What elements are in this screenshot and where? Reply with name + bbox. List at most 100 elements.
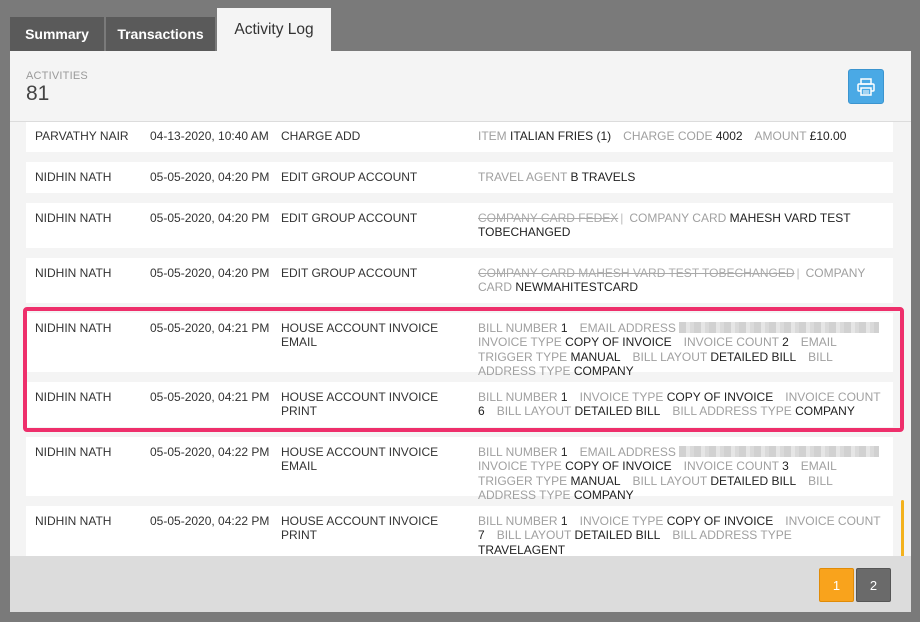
row-action: EDIT GROUP ACCOUNT xyxy=(281,211,418,225)
row-action: EDIT GROUP ACCOUNT xyxy=(281,170,418,184)
detail-value: NEWMAHITESTCARD xyxy=(515,280,639,295)
row-details: BILL NUMBER 1 EMAIL ADDRESS INVOICE TYPE … xyxy=(478,445,883,502)
detail-value: 2 xyxy=(782,335,789,350)
activity-row: NIDHIN NATH 05-05-2020, 04:20 PM EDIT GR… xyxy=(26,258,893,303)
row-action: HOUSE ACCOUNT INVOICE EMAIL xyxy=(281,321,439,350)
detail-key: INVOICE TYPE xyxy=(579,514,664,528)
row-details: ITEM ITALIAN FRIES (1) CHARGE CODE 4002 AM… xyxy=(478,129,883,143)
activities-label: ACTIVITIES xyxy=(26,70,88,82)
row-action: HOUSE ACCOUNT INVOICE PRINT xyxy=(281,390,439,419)
row-user: NIDHIN NATH xyxy=(35,514,112,528)
detail-key: EMAIL ADDRESS xyxy=(579,321,676,335)
row-user: NIDHIN NATH xyxy=(35,170,112,184)
detail-value: 4002 xyxy=(715,129,743,143)
detail-key: BILL ADDRESS TYPE xyxy=(672,528,792,543)
activity-row: NIDHIN NATH 05-05-2020, 04:22 PM HOUSE A… xyxy=(26,506,893,556)
detail-value: 1 xyxy=(560,390,568,404)
row-date: 05-05-2020, 04:20 PM xyxy=(150,211,270,225)
detail-value: COMPANY xyxy=(573,363,634,378)
detail-key: INVOICE COUNT xyxy=(785,390,881,404)
redacted-email xyxy=(679,446,880,457)
detail-key: BILL ADDRESS TYPE xyxy=(672,404,792,419)
detail-value: B TRAVELS xyxy=(570,170,636,184)
detail-value: ITALIAN FRIES (1) xyxy=(510,129,612,143)
page-1-button[interactable]: 1 xyxy=(819,568,854,602)
row-date: 05-05-2020, 04:20 PM xyxy=(150,266,270,280)
detail-key: BILL NUMBER xyxy=(478,390,558,404)
detail-key: INVOICE TYPE xyxy=(579,390,664,404)
separator: | xyxy=(620,211,624,225)
detail-value: COMPANY xyxy=(795,404,855,419)
printer-icon xyxy=(857,77,875,96)
detail-value: DETAILED BILL xyxy=(710,349,797,364)
detail-value: TRAVELAGENT xyxy=(478,542,566,556)
row-date: 05-05-2020, 04:21 PM xyxy=(150,321,270,335)
detail-key: AMOUNT xyxy=(754,129,807,143)
activity-row: PARVATHY NAIR 04-13-2020, 10:40 AM CHARG… xyxy=(26,122,893,152)
row-user: PARVATHY NAIR xyxy=(35,129,129,143)
row-date: 05-05-2020, 04:20 PM xyxy=(150,170,270,184)
activity-header: ACTIVITIES 81 xyxy=(10,51,911,121)
activity-list[interactable]: PARVATHY NAIR 04-13-2020, 10:40 AM CHARG… xyxy=(10,121,911,556)
row-details: BILL NUMBER 1 INVOICE TYPE COPY OF INVOIC… xyxy=(478,390,883,419)
detail-key: BILL LAYOUT xyxy=(632,473,707,488)
detail-key: INVOICE TYPE xyxy=(478,459,562,474)
detail-value: DETAILED BILL xyxy=(574,528,661,543)
activities-count: 81 xyxy=(26,82,50,105)
activity-row: NIDHIN NATH 05-05-2020, 04:20 PM EDIT GR… xyxy=(26,162,893,193)
separator: | xyxy=(796,266,800,280)
row-details: COMPANY CARD MAHESH VARD TEST TOBECHANGE… xyxy=(478,266,883,295)
activity-row: NIDHIN NATH 05-05-2020, 04:21 PM HOUSE A… xyxy=(26,313,893,378)
row-action: HOUSE ACCOUNT INVOICE PRINT xyxy=(281,514,439,543)
tab-transactions[interactable]: Transactions xyxy=(106,17,215,51)
detail-key: INVOICE COUNT xyxy=(683,335,779,350)
row-user: NIDHIN NATH xyxy=(35,266,112,280)
activity-log-panel: ACTIVITIES 81 PARVATHY NAIR 04-13-2020, … xyxy=(10,51,911,612)
row-date: 05-05-2020, 04:22 PM xyxy=(150,514,270,528)
row-details: TRAVEL AGENT B TRAVELS xyxy=(478,170,883,184)
detail-value: DETAILED BILL xyxy=(574,404,661,419)
detail-key: INVOICE TYPE xyxy=(478,335,562,350)
old-value: COMPANY CARD MAHESH VARD TEST TOBECHANGE… xyxy=(478,266,795,280)
tab-activity-log[interactable]: Activity Log xyxy=(217,8,331,52)
detail-key: INVOICE COUNT xyxy=(785,514,881,528)
tab-summary[interactable]: Summary xyxy=(10,17,104,51)
detail-key: BILL LAYOUT xyxy=(632,349,707,364)
detail-value: 6 xyxy=(478,404,485,419)
activity-row: NIDHIN NATH 05-05-2020, 04:21 PM HOUSE A… xyxy=(26,382,893,427)
row-user: NIDHIN NATH xyxy=(35,390,112,404)
row-date: 04-13-2020, 10:40 AM xyxy=(150,129,269,143)
row-details: COMPANY CARD FEDEX | COMPANY CARD MAHESH V… xyxy=(478,211,883,240)
detail-value: MANUAL xyxy=(570,349,621,364)
row-user: NIDHIN NATH xyxy=(35,211,112,225)
detail-value: 3 xyxy=(782,459,789,474)
scrollbar-thumb[interactable] xyxy=(901,500,904,556)
row-date: 05-05-2020, 04:22 PM xyxy=(150,445,270,459)
detail-key: BILL NUMBER xyxy=(478,514,558,528)
detail-value: DETAILED BILL xyxy=(710,473,797,488)
row-action: HOUSE ACCOUNT INVOICE EMAIL xyxy=(281,445,439,474)
detail-value: £10.00 xyxy=(809,129,847,143)
row-details: BILL NUMBER 1 EMAIL ADDRESS INVOICE TYPE … xyxy=(478,321,883,378)
detail-value: COPY OF INVOICE xyxy=(565,459,672,474)
page-2-button[interactable]: 2 xyxy=(856,568,891,602)
detail-key: ITEM xyxy=(478,129,507,143)
detail-value: COMPANY xyxy=(573,487,634,502)
old-value: COMPANY CARD FEDEX xyxy=(478,211,619,225)
detail-key: BILL NUMBER xyxy=(478,445,558,459)
detail-value: 1 xyxy=(560,321,568,335)
detail-key: CHARGE CODE xyxy=(623,129,713,143)
detail-key: TRAVEL AGENT xyxy=(478,170,568,184)
row-user: NIDHIN NATH xyxy=(35,445,112,459)
detail-key: BILL LAYOUT xyxy=(496,404,572,419)
redacted-email xyxy=(679,322,880,333)
detail-value: COPY OF INVOICE xyxy=(666,390,774,404)
print-button[interactable] xyxy=(848,69,884,104)
detail-key: EMAIL ADDRESS xyxy=(579,445,676,459)
pagination-bar: 1 2 xyxy=(10,556,911,612)
activity-row: NIDHIN NATH 05-05-2020, 04:22 PM HOUSE A… xyxy=(26,437,893,502)
row-action: CHARGE ADD xyxy=(281,129,361,143)
detail-key: INVOICE COUNT xyxy=(683,459,779,474)
detail-key: BILL NUMBER xyxy=(478,321,558,335)
detail-value: 7 xyxy=(478,528,485,543)
